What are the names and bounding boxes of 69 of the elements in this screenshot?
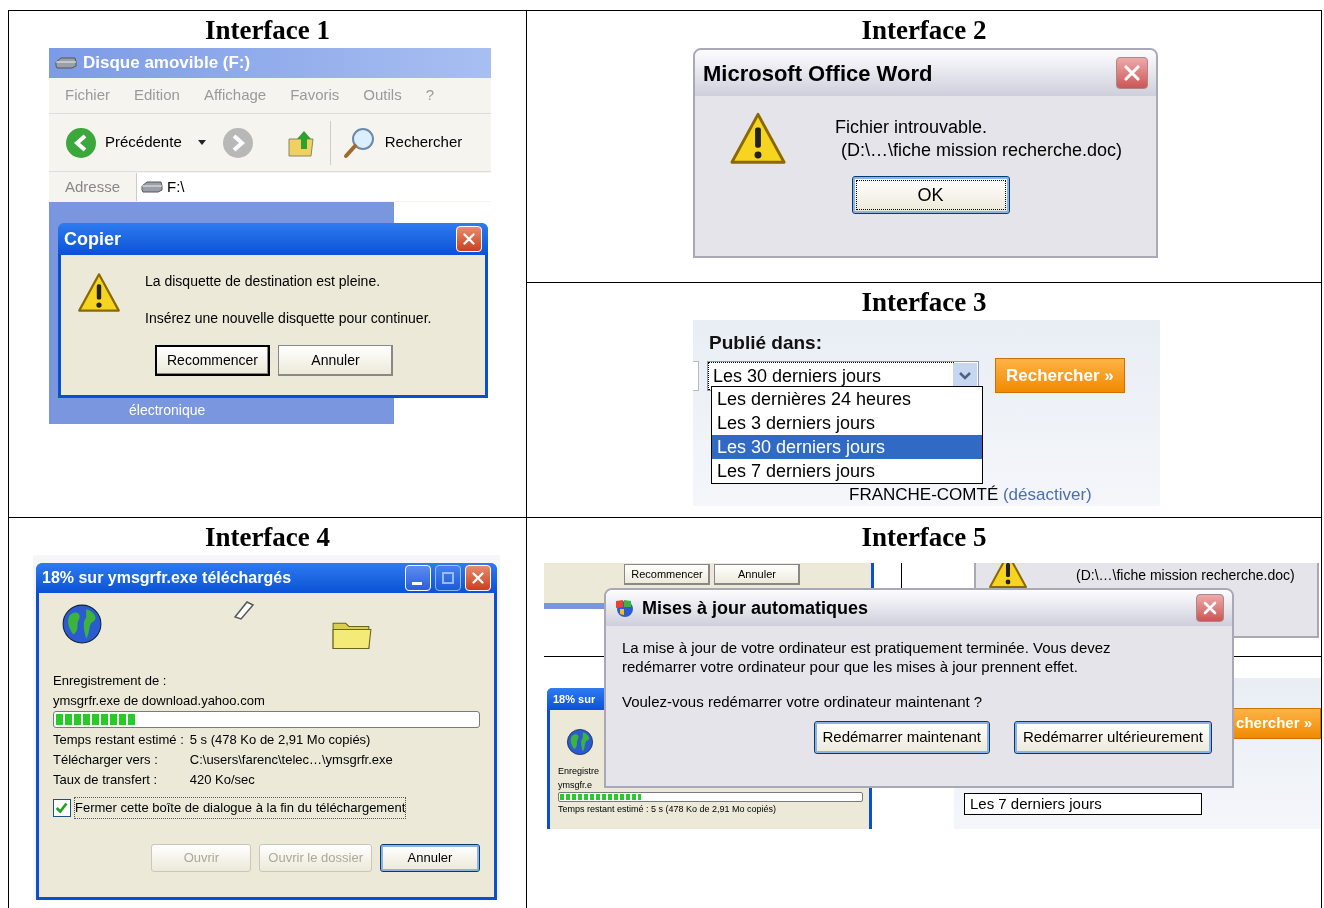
restart-button[interactable]: Redémarrer maintenant [813,721,990,754]
dialog-message: (D:\…\fiche mission recherche.doc) [1076,566,1295,585]
window-title: 18% sur [553,691,596,707]
interface-heading: Interface 3 [861,289,987,316]
dialog-message: La disquette de destination est pleine. [145,272,382,291]
checkbox[interactable] [53,799,71,817]
dropdown-option[interactable]: Les 30 derniers jours [712,435,982,459]
windows-update-icon [614,598,634,618]
minimize-icon [412,582,422,585]
dialog-message: Voulez-vous redémarrer votre ordinateur maintenant ? [622,692,984,711]
interface-heading: Interface 1 [204,17,331,44]
search-button[interactable]: Rechercher [384,131,463,154]
detail-label: Taux de transfert : [53,771,159,789]
text-field[interactable] [693,360,699,391]
interface-heading: Interface 5 [861,524,987,551]
search-icon[interactable] [342,125,377,160]
interface-heading: Interface 4 [204,524,331,551]
caret-icon[interactable] [197,140,206,145]
checkbox-label: Fermer cette boîte de dialogue à la fin du téléchargement [75,798,406,818]
field-label: Publié dans: [709,332,823,355]
minimize-button[interactable] [405,565,431,591]
warning-icon [988,563,1028,591]
detail-value: 5 s (478 Ko de 2,91 Mo copiés) [189,731,372,749]
dialog-message: Insérez une nouvelle disquette pour continuer. [145,309,432,328]
globe-icon [61,603,103,645]
dialog-button[interactable]: Recommencer [155,345,270,376]
dialog-button[interactable]: Annuler [380,844,480,872]
back-button[interactable]: Précédente [105,131,182,154]
drive-icon [141,181,164,193]
source-text: ymsgrfr.exe de download.yahoo.com [53,692,266,710]
dialog-message: (D:\…\fiche mission recherche.doc) [840,139,1123,162]
address-field[interactable]: F:\ [136,173,491,201]
maximize-icon [442,572,454,584]
dialog-message: La mise à jour de votre ordinateur est pratiquement terminée. Vous devez redémarrer votre ordinateur pour que les mises à jour prennent effet. [622,638,1112,676]
dialog-button[interactable]: Recommencer [624,564,710,585]
window-title: 18% sur ymsgrfr.exe téléchargés [42,568,292,588]
close-icon [460,230,478,248]
detail-value: C:\users\farenc\telec…\ymsgrfr.exe [189,751,394,769]
detail-label: Télécharger vers : [53,751,159,769]
globe-icon [566,728,594,756]
dropdown-option[interactable]: Les 3 derniers jours [712,411,982,435]
close-icon [469,569,487,587]
dropdown-option[interactable]: Les 7 derniers jours [964,793,1202,815]
warning-icon [77,271,121,315]
close-button[interactable] [1196,594,1224,622]
ok-button[interactable]: OK [851,176,1010,214]
folder-label: électronique [129,402,206,418]
saving-label: Enregistrement de : [53,672,168,690]
deactivate-link[interactable]: (désactiver) [1002,485,1092,504]
dialog-title: Copier [64,227,121,251]
dialog-button[interactable]: Annuler [278,345,393,376]
dialog-title: Microsoft Office Word [703,59,933,88]
download-status: Temps restant estimé : 5 s (478 Ko de 2,91 Mo copiés) [558,803,778,816]
window-title: Disque amovible (F:) [83,52,251,75]
detail-value: 420 Ko/sec [189,771,256,789]
interface-heading: Interface 2 [861,17,987,44]
download-text: Enregistre [558,765,601,778]
dialog-title: Mises à jour automatiques [642,596,869,620]
restart-button[interactable]: Redémarrer ultérieurement [1013,721,1212,754]
drive-icon [55,57,77,69]
download-text: ymsgfr.e [558,779,593,792]
dropdown-option[interactable]: Les 7 derniers jours [712,459,982,483]
dialog-button[interactable]: Annuler [714,564,800,585]
detail-label: Temps restant estimé : [53,731,184,749]
dialog-message: Fichier introuvable. [835,115,989,139]
close-button[interactable] [1116,57,1148,89]
region-text: FRANCHE-COMTÉ (désactiver) [849,486,1092,503]
address-label: Adresse [64,176,122,197]
flying-page-icon [233,599,255,621]
